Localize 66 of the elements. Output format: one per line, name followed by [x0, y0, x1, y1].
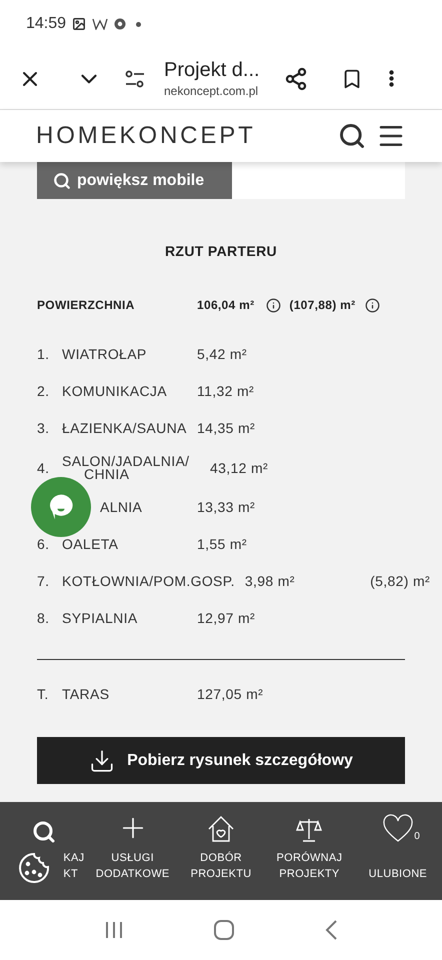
info-icon[interactable] [266, 298, 282, 312]
zoom-button[interactable]: powiększ mobile [37, 162, 232, 199]
room-area: 13,33 m² [197, 497, 256, 518]
favorites-count: 0 [414, 830, 420, 844]
nav-item[interactable]: KAJ KT [0, 802, 88, 900]
nav-item[interactable]: 0 ULUBIONE [354, 802, 442, 900]
area-label: POWIERZCHNIA [37, 297, 136, 314]
room-number: 8. [37, 610, 50, 626]
room-name: CHNIA [84, 468, 130, 481]
nav-item[interactable]: PORÓWNAJ PROJEKTY [265, 802, 354, 900]
search-icon [338, 122, 366, 150]
room-area: 127,05 m² [197, 684, 264, 705]
room-number: 6. [37, 536, 50, 552]
page-url: nekoncept.com.pl [164, 82, 260, 100]
area-value: 106,04 m² [197, 297, 254, 314]
room-name: KOMUNIKACJA [62, 385, 168, 398]
room-name: KOTŁOWNIA/POM.GOSP. [62, 575, 235, 588]
room-area: 5,42 m² [197, 344, 247, 365]
room-number: 7. [37, 573, 50, 589]
room-name: SYPIALNIA [62, 612, 139, 625]
download-icon [89, 748, 116, 774]
room-area: 11,32 m² [197, 381, 254, 402]
site-logo[interactable]: HOMEKONCEPT [36, 118, 256, 154]
room-number: 1. [37, 346, 50, 362]
search-icon [32, 820, 56, 844]
status-time: 14:59 [26, 14, 66, 34]
home-button[interactable] [212, 919, 235, 941]
download-button[interactable]: Pobierz rysunek szczegółowy [37, 737, 405, 784]
share-button[interactable] [284, 66, 308, 90]
room-area: 12,97 m² [197, 608, 256, 629]
more-icon [389, 70, 394, 87]
image-icon [72, 17, 86, 31]
room-area-alt: (5,82) m² [370, 572, 430, 591]
dot-icon [136, 22, 142, 26]
search-button[interactable] [338, 122, 366, 150]
room-number: T. [37, 686, 49, 702]
more-button[interactable] [389, 70, 394, 87]
room-name: ALNIA [100, 501, 144, 514]
recent-apps-button[interactable] [104, 921, 124, 939]
room-name: ŁAZIENKA/SAUNA [62, 422, 188, 435]
app-icon [92, 18, 108, 30]
nav-item[interactable]: USŁUGI DODATKOWE [88, 802, 177, 900]
search-icon [53, 172, 71, 190]
room-name: SALON/JADALNIA/ [62, 455, 190, 468]
room-area: 3,98 m² [244, 571, 295, 592]
room-area: 43,12 m² [210, 458, 268, 478]
site-settings-icon[interactable] [124, 68, 146, 88]
area-value-alt: (107,88) m² [289, 297, 356, 314]
cookie-icon[interactable] [18, 852, 50, 884]
section-heading: RZUT PARTERU [164, 242, 278, 261]
room-name: WIATROŁAP [62, 348, 148, 361]
room-number: 3. [37, 420, 50, 436]
scales-icon [295, 816, 324, 844]
browser-icon [114, 18, 126, 30]
room-area: 14,35 m² [197, 418, 256, 439]
page-title: Projekt d... [164, 58, 261, 82]
back-button[interactable] [324, 919, 338, 941]
info-icon[interactable] [365, 298, 380, 312]
room-area: 1,55 m² [197, 534, 247, 555]
room-number: 2. [37, 383, 50, 399]
share-icon [284, 66, 308, 90]
nav-item[interactable]: DOBÓR PROJEKTU [176, 802, 266, 900]
room-name: OALETA [62, 538, 120, 551]
heart-icon [382, 814, 414, 844]
room-name: TARAS [62, 688, 110, 701]
room-number: 4. [37, 460, 50, 476]
